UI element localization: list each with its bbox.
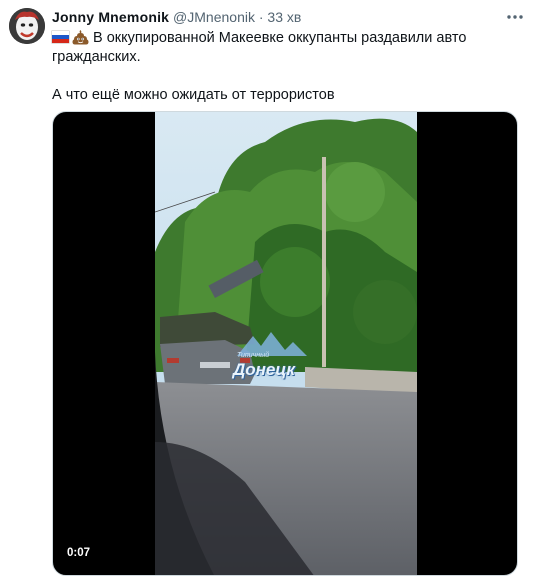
author-name[interactable]: Jonny Mnemonik: [52, 9, 169, 25]
more-options-icon[interactable]: [505, 10, 525, 22]
watermark-subtitle: Типичный: [237, 352, 270, 359]
watermark-title: Донецк: [233, 360, 295, 379]
avatar[interactable]: [9, 8, 45, 44]
video-frame[interactable]: Типичный Донецк: [155, 112, 417, 575]
tweet-time[interactable]: 33 хв: [267, 9, 301, 25]
author-handle[interactable]: @JMnenonik: [173, 9, 255, 25]
russia-flag-icon: [52, 31, 69, 43]
video-player[interactable]: Типичный Донецк 0:07: [52, 111, 518, 576]
poop-emoji-icon: [72, 29, 89, 45]
tweet-text-line-2: гражданских.: [52, 49, 141, 65]
video-duration: 0:07: [67, 547, 91, 559]
tweet-text-line-3: А что ещё можно ожидать от террористов: [52, 87, 335, 103]
tweet-text-line-1: В оккупированной Макеевке оккупанты разд…: [93, 30, 467, 46]
tweet-header: Jonny Mnemonik @JMnenonik · 33 хв: [52, 9, 301, 25]
tweet-text: В оккупированной Макеевке оккупанты разд…: [52, 29, 466, 67]
video-watermark: Типичный Донецк: [233, 330, 311, 388]
tweet-card[interactable]: Jonny Mnemonik @JMnenonik · 33 хв В окку…: [0, 0, 545, 587]
separator-dot: ·: [258, 9, 264, 25]
